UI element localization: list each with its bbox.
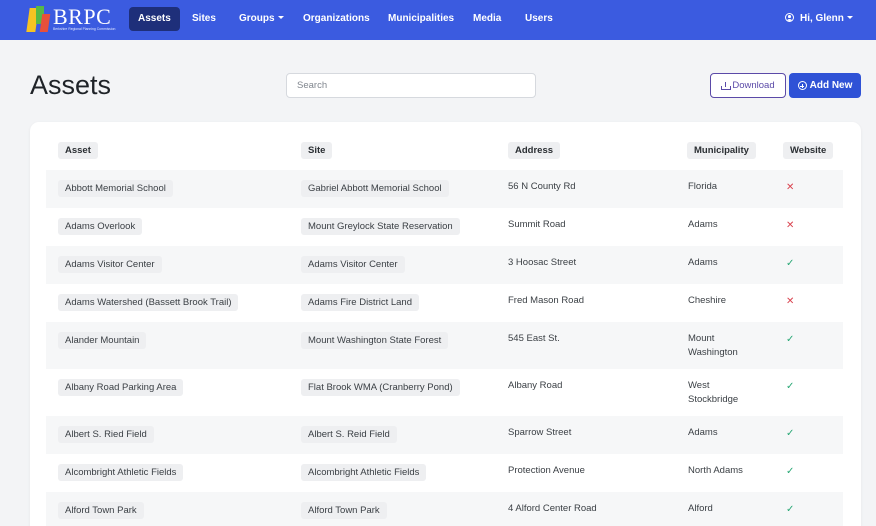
check-icon: ✓ bbox=[786, 334, 795, 345]
asset-name-cell[interactable]: Alford Town Park bbox=[58, 502, 144, 519]
asset-name-cell[interactable]: Albert S. Ried Field bbox=[58, 426, 154, 443]
table-row[interactable]: Adams Visitor Center Adams Visitor Center… bbox=[46, 246, 843, 284]
nav-organizations[interactable]: Organizations bbox=[294, 7, 379, 31]
site-name-cell[interactable]: Mount Washington State Forest bbox=[301, 332, 449, 349]
municipality-cell: Adams bbox=[688, 219, 718, 230]
column-header-municipality[interactable]: Municipality bbox=[687, 142, 756, 159]
download-icon bbox=[721, 81, 732, 90]
site-name-cell[interactable]: Adams Fire District Land bbox=[301, 294, 420, 311]
municipality-cell: Alford bbox=[688, 503, 713, 514]
address-cell: 4 Alford Center Road bbox=[508, 503, 597, 514]
plus-circle-icon bbox=[797, 81, 807, 90]
asset-name-cell[interactable]: Alcombright Athletic Fields bbox=[58, 464, 184, 481]
asset-name-cell[interactable]: Adams Overlook bbox=[58, 218, 143, 235]
address-cell: Summit Road bbox=[508, 219, 566, 230]
asset-name-cell[interactable]: Adams Watershed (Bassett Brook Trail) bbox=[58, 294, 239, 311]
site-name-cell[interactable]: Gabriel Abbott Memorial School bbox=[301, 180, 449, 197]
assets-table-card: Asset Site Address Municipality Website … bbox=[30, 122, 861, 526]
nav-municipalities[interactable]: Municipalities bbox=[379, 7, 463, 31]
cross-icon: ✕ bbox=[786, 182, 795, 193]
table-row[interactable]: Albert S. Ried Field Albert S. Reid Field… bbox=[46, 416, 843, 454]
municipality-cell: Mount bbox=[688, 333, 715, 344]
address-cell: 56 N County Rd bbox=[508, 181, 576, 192]
address-cell: Sparrow Street bbox=[508, 427, 572, 438]
site-name-cell[interactable]: Mount Greylock State Reservation bbox=[301, 218, 460, 235]
logo-text: BRPC bbox=[53, 4, 112, 29]
table-row[interactable]: Adams Overlook Mount Greylock State Reser… bbox=[46, 208, 843, 246]
municipality-cell: Cheshire bbox=[688, 295, 727, 306]
table-row[interactable]: Abbott Memorial School Gabriel Abbott Mem… bbox=[46, 170, 843, 208]
top-navbar: BRPC Berkshire Regional Planning Commiss… bbox=[0, 0, 876, 40]
site-name-cell[interactable]: Adams Visitor Center bbox=[301, 256, 405, 273]
column-header-website[interactable]: Website bbox=[783, 142, 834, 159]
municipality-cell: West bbox=[688, 380, 710, 391]
nav-users[interactable]: Users bbox=[516, 7, 562, 31]
check-icon: ✓ bbox=[786, 504, 795, 515]
site-name-cell[interactable]: Alcombright Athletic Fields bbox=[301, 464, 427, 481]
table-row[interactable]: Alander Mountain Mount Washington State F… bbox=[46, 322, 843, 369]
cross-icon: ✕ bbox=[786, 296, 795, 307]
municipality-cell: Adams bbox=[688, 257, 718, 268]
asset-name-cell[interactable]: Albany Road Parking Area bbox=[58, 379, 184, 396]
caret-down-icon bbox=[846, 15, 853, 19]
table-row[interactable]: Alcombright Athletic Fields Alcombright A… bbox=[46, 454, 843, 492]
municipality-cell: North Adams bbox=[688, 465, 743, 476]
municipality-cell: Florida bbox=[688, 181, 718, 192]
address-cell: 545 East St. bbox=[508, 333, 560, 344]
column-header-site[interactable]: Site bbox=[301, 142, 333, 159]
download-button[interactable]: Download bbox=[710, 73, 786, 98]
add-new-button[interactable]: Add New bbox=[789, 73, 861, 98]
check-icon: ✓ bbox=[786, 258, 795, 269]
site-name-cell[interactable]: Alford Town Park bbox=[301, 502, 387, 519]
caret-down-icon bbox=[277, 15, 284, 19]
search-input[interactable] bbox=[286, 73, 536, 98]
cross-icon: ✕ bbox=[786, 220, 795, 231]
check-icon: ✓ bbox=[786, 428, 795, 439]
address-cell: 3 Hoosac Street bbox=[508, 257, 577, 268]
user-circle-icon bbox=[785, 12, 794, 22]
table-row[interactable]: Alford Town Park Alford Town Park 4 Alford… bbox=[46, 492, 843, 526]
municipality-cell-line2: Washington bbox=[688, 346, 738, 358]
column-header-address[interactable]: Address bbox=[508, 142, 561, 159]
table-header: Asset Site Address Municipality Website bbox=[46, 140, 843, 162]
nav-media[interactable]: Media bbox=[464, 7, 510, 31]
municipality-cell-line2: Stockbridge bbox=[688, 393, 739, 405]
address-cell: Protection Avenue bbox=[508, 465, 585, 476]
asset-name-cell[interactable]: Adams Visitor Center bbox=[58, 256, 162, 273]
asset-name-cell[interactable]: Abbott Memorial School bbox=[58, 180, 173, 197]
address-cell: Albany Road bbox=[508, 380, 563, 391]
site-name-cell[interactable]: Albert S. Reid Field bbox=[301, 426, 397, 443]
column-header-asset[interactable]: Asset bbox=[58, 142, 98, 159]
site-name-cell[interactable]: Flat Brook WMA (Cranberry Pond) bbox=[301, 379, 460, 396]
nav-sites[interactable]: Sites bbox=[183, 7, 225, 31]
table-row[interactable]: Adams Watershed (Bassett Brook Trail) Ada… bbox=[46, 284, 843, 322]
nav-assets[interactable]: Assets bbox=[129, 7, 180, 31]
table-row[interactable]: Albany Road Parking Area Flat Brook WMA (… bbox=[46, 369, 843, 416]
municipality-cell: Adams bbox=[688, 427, 718, 438]
logo-subtitle: Berkshire Regional Planning Commission bbox=[53, 27, 116, 31]
asset-name-cell[interactable]: Alander Mountain bbox=[58, 332, 147, 349]
check-icon: ✓ bbox=[786, 381, 795, 392]
page-title: Assets bbox=[30, 70, 112, 100]
brpc-logo[interactable]: BRPC Berkshire Regional Planning Commiss… bbox=[26, 4, 116, 33]
nav-groups-dropdown[interactable]: Groups bbox=[230, 7, 293, 31]
user-menu-dropdown[interactable]: Hi, Glenn bbox=[776, 7, 862, 31]
logo-mark-icon bbox=[26, 6, 51, 32]
address-cell: Fred Mason Road bbox=[508, 295, 585, 306]
check-icon: ✓ bbox=[786, 466, 795, 477]
